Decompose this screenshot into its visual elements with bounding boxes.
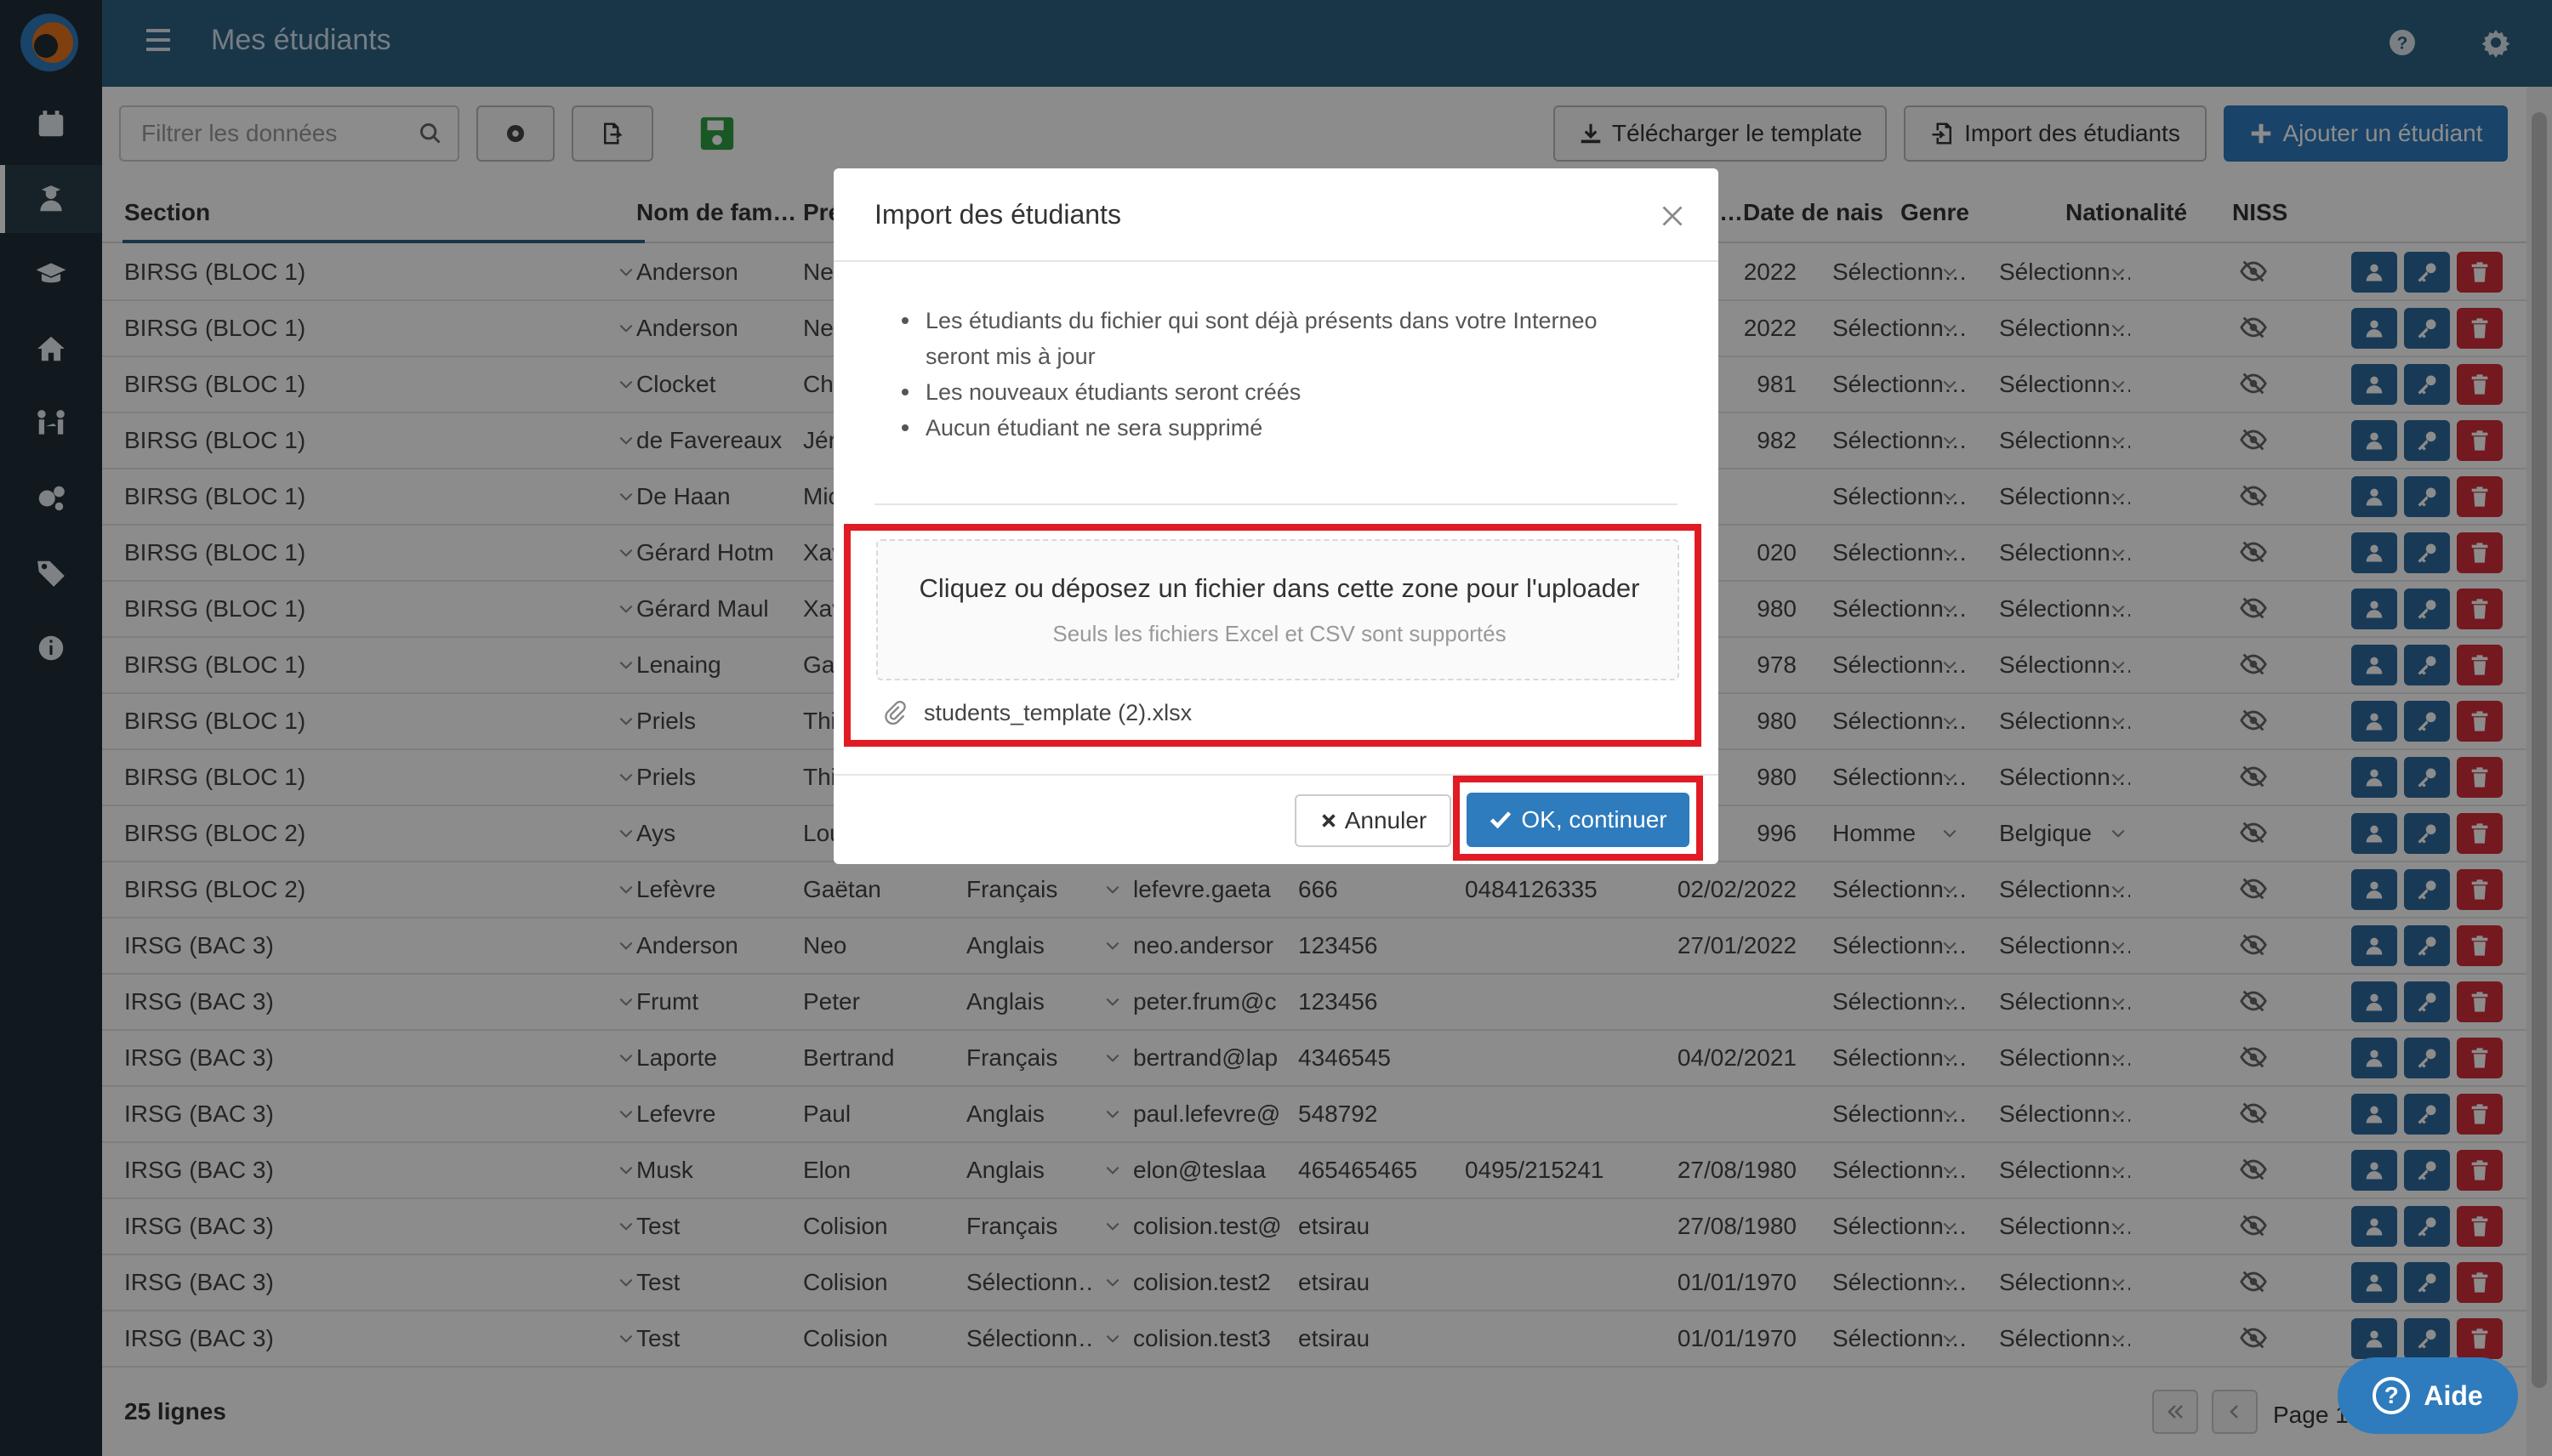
highlight-box-ok-button bbox=[1453, 776, 1703, 861]
import-rules-list: Les étudiants du fichier qui sont déjà p… bbox=[902, 303, 1667, 446]
list-item: Les nouveaux étudiants seront créés bbox=[902, 374, 1667, 410]
list-item: Les étudiants du fichier qui sont déjà p… bbox=[902, 303, 1667, 374]
cancel-label: Annuler bbox=[1344, 807, 1427, 833]
times-icon bbox=[1322, 814, 1336, 828]
close-icon[interactable] bbox=[1657, 201, 1688, 231]
help-button[interactable]: ? Aide bbox=[2338, 1357, 2518, 1434]
modal-divider bbox=[834, 260, 1718, 262]
help-label: Aide bbox=[2424, 1379, 2483, 1411]
list-item: Aucun étudiant ne sera supprimé bbox=[902, 410, 1667, 446]
cancel-button[interactable]: Annuler bbox=[1295, 794, 1451, 847]
modal-title: Import des étudiants bbox=[874, 199, 1121, 230]
highlight-box-dropzone bbox=[844, 524, 1701, 747]
import-students-modal: Import des étudiants Les étudiants du fi… bbox=[834, 168, 1718, 864]
modal-divider bbox=[874, 503, 1678, 505]
question-circle-icon: ? bbox=[2373, 1377, 2411, 1414]
